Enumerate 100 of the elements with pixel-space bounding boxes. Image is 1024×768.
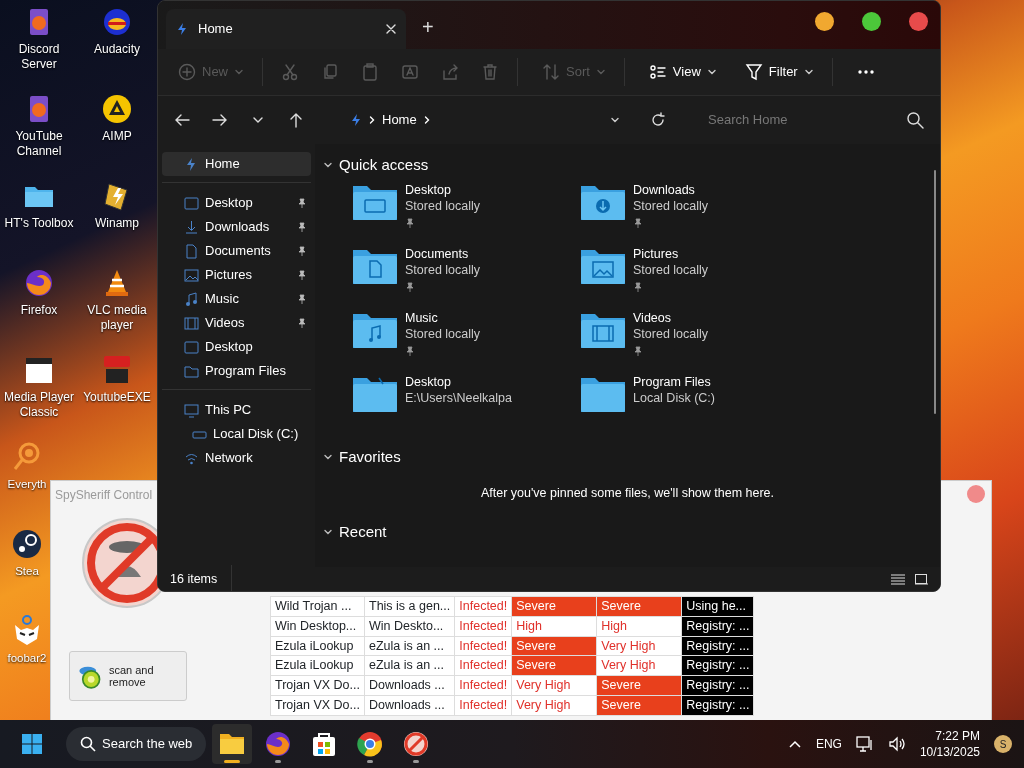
desktop-shortcut[interactable]: HT's Toolbox (0, 180, 78, 267)
status-cell: Infected! (454, 695, 512, 715)
scissors-icon (281, 63, 299, 81)
sidebar-item[interactable]: Program Files (162, 359, 311, 383)
desktop-shortcut[interactable]: Audacity (78, 6, 156, 93)
new-tab-button[interactable]: + (414, 11, 442, 43)
clock-time[interactable]: 7:22 PM (919, 728, 980, 744)
taskbar-app-button[interactable] (212, 724, 253, 764)
folder-name[interactable]: Downloads (633, 182, 709, 198)
network-button[interactable] (855, 736, 874, 752)
folder-location: E:\Users\Neelkalpa (405, 390, 512, 406)
window-title: SpySheriff Control (55, 487, 153, 504)
scan-button[interactable]: scan and remove (69, 651, 187, 701)
table-cell: Using he... (681, 596, 754, 617)
sidebar-item[interactable]: Videos (162, 311, 311, 335)
music-note-icon (184, 291, 199, 307)
desktop-shortcut[interactable]: VLC media player (78, 267, 156, 354)
item-count: 16 items (170, 570, 218, 588)
status-cell: Infected! (454, 596, 512, 617)
chevron-down-icon (803, 67, 814, 77)
window-control-button[interactable] (909, 11, 928, 31)
sidebar-item[interactable]: Desktop (162, 191, 311, 215)
sidebar-item[interactable]: Network (162, 446, 311, 470)
table-cell: Wild Trojan ... (270, 596, 365, 617)
square-icon (914, 573, 928, 585)
list-button[interactable]: View (638, 55, 727, 89)
folder-name[interactable]: Desktop (405, 182, 481, 198)
monitor-icon (855, 736, 874, 752)
filter-button[interactable]: Filter (734, 55, 824, 89)
search-button[interactable]: Search the web (66, 727, 207, 761)
folder-location: Stored locally (405, 198, 481, 214)
sidebar-item[interactable]: Desktop (162, 335, 311, 359)
chevron-down-icon (610, 115, 620, 125)
headphones-icon (101, 6, 133, 38)
search-field[interactable]: Search Home (706, 109, 906, 131)
window-control-button[interactable] (862, 11, 881, 31)
more-icon (856, 70, 875, 74)
lightning-icon (176, 22, 188, 36)
user-avatar[interactable]: S (994, 735, 1012, 753)
pin-icon (297, 294, 307, 304)
section-heading[interactable]: Favorites (339, 445, 401, 469)
table-cell: Ezula iLookup (270, 636, 365, 656)
desktop-icon (184, 195, 199, 211)
tiles-view-button[interactable] (914, 573, 928, 585)
plus-circle-icon (178, 63, 196, 81)
download-icon (184, 219, 199, 235)
close-button[interactable] (386, 24, 396, 34)
list-icon (648, 63, 667, 81)
status-cell: Infected! (454, 636, 512, 656)
folder-name[interactable]: Program Files (633, 374, 715, 390)
section-heading[interactable]: Quick access (339, 153, 429, 177)
section-heading[interactable]: Recent (339, 520, 387, 543)
tab[interactable]: Home (166, 9, 406, 49)
browser-icon (356, 730, 385, 758)
desktop-shortcut[interactable]: Discord Server (0, 6, 78, 93)
folder-name[interactable]: Videos (633, 310, 709, 326)
desktop-shortcut[interactable]: Firefox (0, 267, 78, 354)
folder-icon (184, 363, 199, 379)
sidebar-item[interactable]: This PC (162, 398, 311, 422)
speaker-icon (887, 736, 906, 752)
clock-date[interactable]: 10/13/2025 (919, 744, 980, 760)
desktop-shortcut[interactable]: AIMP (78, 93, 156, 180)
windows-logo-icon (21, 733, 43, 755)
chevron-down-icon (595, 67, 606, 77)
table-cell: Trojan VX Do... (270, 695, 365, 715)
desktop-shortcut[interactable]: YoutubeEXE (78, 354, 156, 441)
table-cell: Win Deskto... (364, 616, 455, 636)
chevron-right-icon (368, 115, 376, 125)
folder-location: Local Disk (C:) (633, 390, 715, 406)
desktop-shortcut[interactable]: YouTube Channel (0, 93, 78, 180)
folder-name[interactable]: Music (405, 310, 481, 326)
table-cell: Trojan VX Do... (270, 675, 365, 696)
folder-name[interactable]: Pictures (633, 246, 709, 262)
folder-name[interactable]: Desktop (405, 374, 512, 390)
table-cell: eZula is an ... (364, 636, 455, 656)
sidebar-item[interactable]: Documents (162, 239, 311, 263)
sidebar-item[interactable]: Home (162, 152, 311, 176)
table-cell: Downloads ... (364, 675, 455, 696)
desktop-shortcut[interactable]: Media Player Classic (0, 354, 78, 441)
status-cell: Infected! (454, 655, 512, 676)
pin-icon (297, 222, 307, 232)
sidebar-item[interactable]: Local Disk (C:) (162, 422, 311, 446)
window-control-button[interactable] (815, 11, 834, 31)
breadcrumb-link[interactable]: Home (382, 110, 417, 130)
share-icon (441, 63, 459, 81)
desktop-shortcut[interactable]: Winamp (78, 180, 156, 267)
globe-icon (264, 730, 293, 758)
pin-icon (297, 198, 307, 208)
volume-button[interactable] (887, 736, 906, 752)
sidebar-item[interactable]: Pictures (162, 263, 311, 287)
search-icon (906, 111, 924, 129)
scrollbar[interactable] (934, 170, 936, 414)
language-button[interactable]: ENG (815, 735, 842, 753)
sidebar-item[interactable]: Music (162, 287, 311, 311)
prohibition-icon (402, 730, 431, 758)
folder-name[interactable]: Documents (405, 246, 481, 262)
sidebar-item[interactable]: Downloads (162, 215, 311, 239)
details-view-button[interactable] (890, 573, 906, 585)
computer-icon (184, 402, 199, 418)
show-hidden-icons-button[interactable] (787, 739, 802, 749)
